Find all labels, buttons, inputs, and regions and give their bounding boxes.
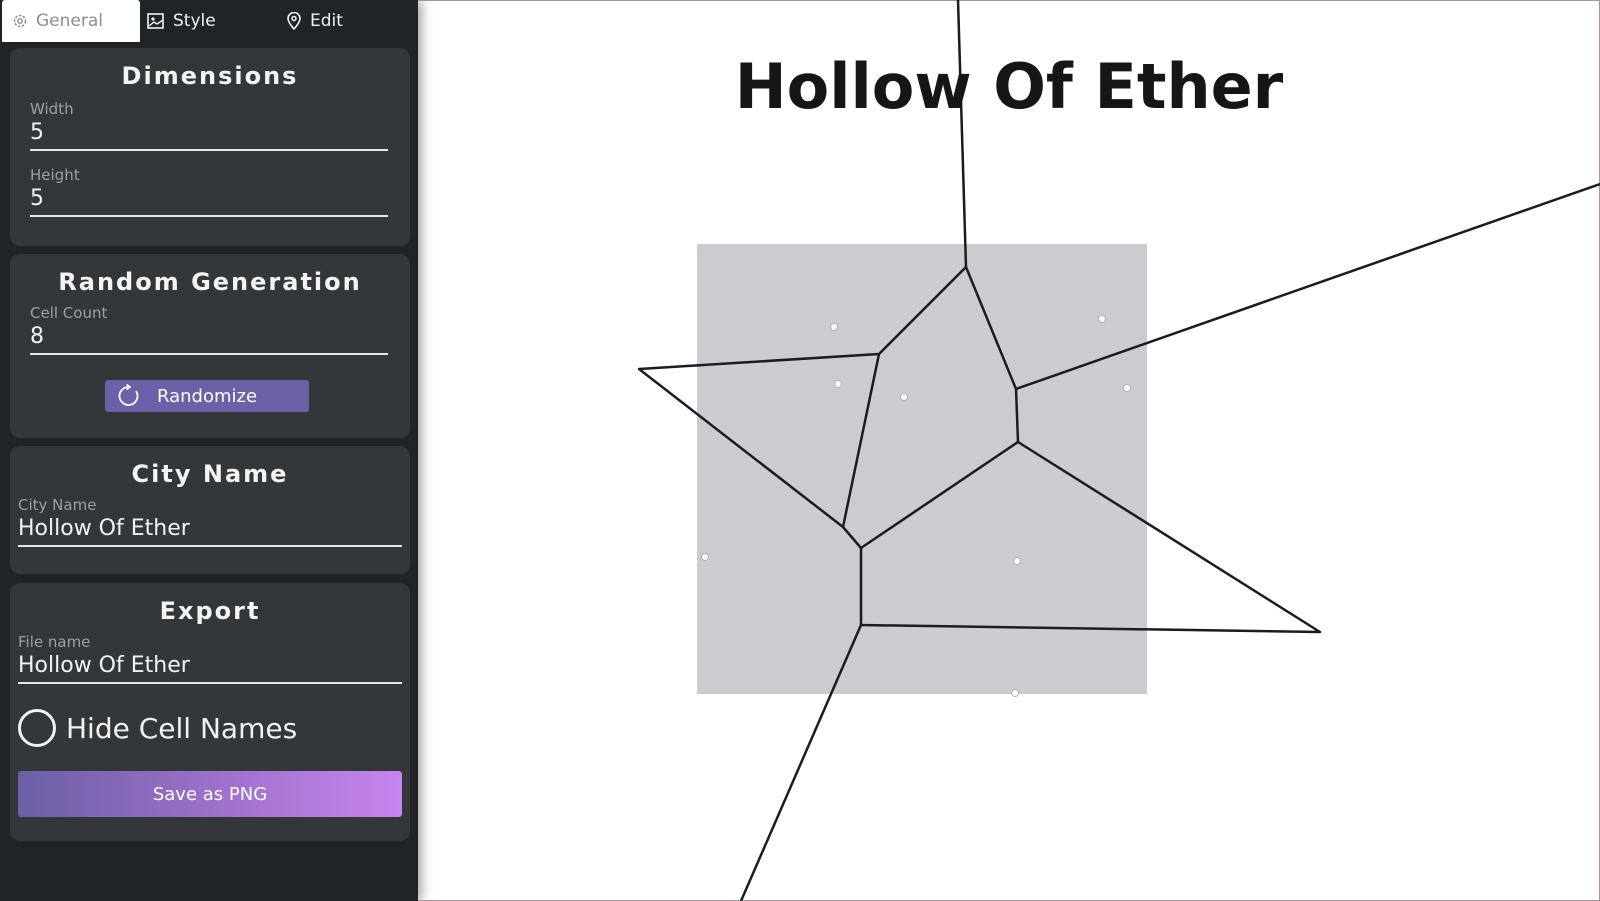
tab-edit-label: Edit <box>310 11 343 31</box>
city-name-field: City Name <box>18 496 402 547</box>
file-name-label: File name <box>18 633 91 651</box>
cell-seed[interactable] <box>1098 315 1106 323</box>
cell-seed[interactable] <box>1123 384 1131 392</box>
dimensions-title: Dimensions <box>121 62 299 90</box>
cell-count-input[interactable] <box>30 322 388 355</box>
city-name-input[interactable] <box>18 514 402 547</box>
voronoi-map[interactable] <box>418 0 1600 901</box>
tab-style[interactable]: Style <box>147 0 267 42</box>
cell-seed[interactable] <box>900 393 908 401</box>
randomize-label: Randomize <box>156 385 258 407</box>
tab-bar: General Style Edit <box>0 0 418 42</box>
random-generation-title: Random Generation <box>58 268 362 296</box>
sidebar-panel: General Style Edit Dimensions Width Heig… <box>0 0 418 901</box>
randomize-button[interactable]: Randomize <box>105 380 309 412</box>
height-input[interactable] <box>30 184 388 217</box>
cell-count-label: Cell Count <box>30 304 108 322</box>
cell-seed[interactable] <box>1013 557 1021 565</box>
save-png-label: Save as PNG <box>152 783 268 805</box>
city-name-title: City Name <box>131 460 289 488</box>
height-field: Height <box>30 166 388 217</box>
city-name-card: City Name City Name <box>10 446 410 574</box>
map-pin-icon <box>287 12 301 30</box>
cell-edge <box>956 0 968 268</box>
save-png-button[interactable]: Save as PNG <box>18 771 402 817</box>
file-name-input[interactable] <box>18 651 402 684</box>
hide-cell-names-toggle[interactable]: Hide Cell Names <box>18 709 297 747</box>
width-input[interactable] <box>30 118 388 151</box>
cell-seed[interactable] <box>701 553 709 561</box>
tab-general[interactable]: General <box>2 0 140 42</box>
export-title: Export <box>159 597 261 625</box>
dimensions-card: Dimensions Width Height <box>10 48 410 246</box>
hide-cell-names-label: Hide Cell Names <box>66 711 298 745</box>
cell-seed[interactable] <box>830 323 838 331</box>
cell-count-field: Cell Count <box>30 304 388 355</box>
file-name-field: File name <box>18 633 402 684</box>
cell-seed[interactable] <box>1011 689 1019 697</box>
export-card: Export File name Hide Cell Names Save as… <box>10 583 410 841</box>
random-generation-card: Random Generation Cell Count Randomize <box>10 254 410 438</box>
height-label: Height <box>30 166 80 184</box>
tab-edit[interactable]: Edit <box>286 0 396 42</box>
city-name-label: City Name <box>18 496 97 514</box>
toggle-circle[interactable] <box>18 709 56 747</box>
width-label: Width <box>30 100 74 118</box>
map-title: Hollow Of Ether <box>734 50 1284 123</box>
map-canvas[interactable]: Hollow Of Ether <box>418 0 1600 901</box>
tab-general-label: General <box>36 11 103 31</box>
gear-icon <box>13 14 27 28</box>
refresh-icon <box>118 384 139 406</box>
cell-seed[interactable] <box>834 380 842 388</box>
width-field: Width <box>30 100 388 151</box>
image-icon <box>147 13 164 29</box>
tab-style-label: Style <box>173 11 216 31</box>
